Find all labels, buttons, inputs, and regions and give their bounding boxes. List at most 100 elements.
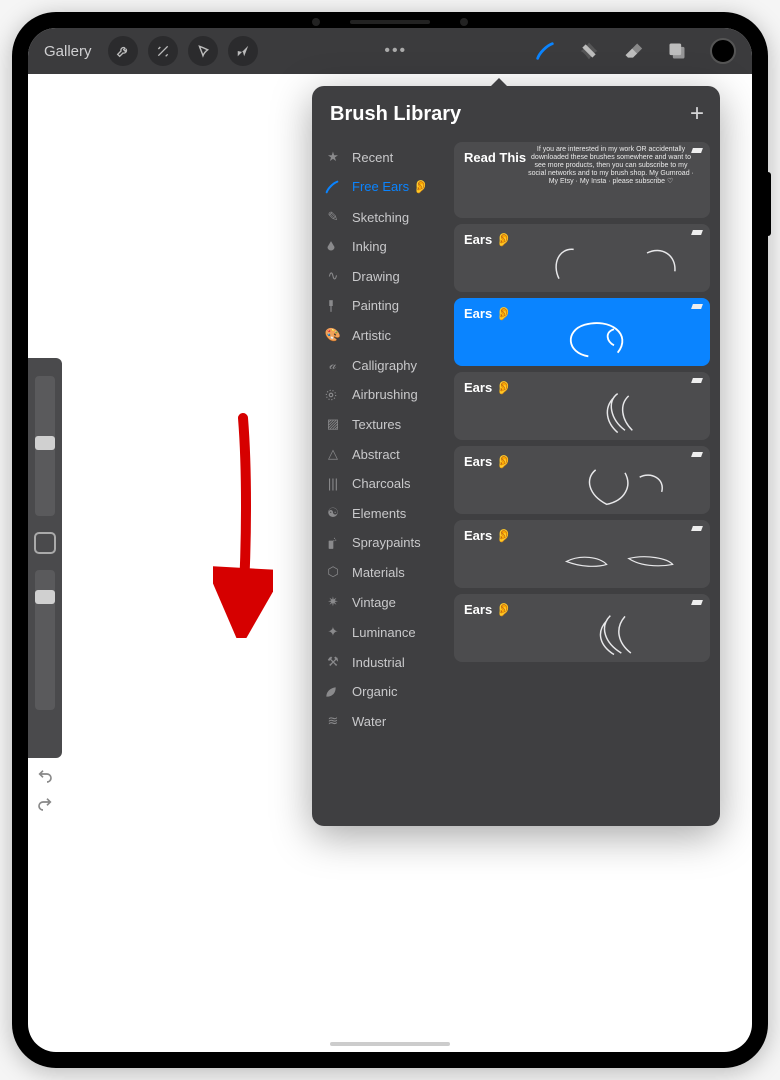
transform-move-button[interactable]: [228, 36, 258, 66]
brush-corner-icon: [691, 230, 703, 235]
category-item-recent[interactable]: ★ Recent: [312, 142, 450, 172]
device-notch: [312, 18, 468, 26]
selection-button[interactable]: [188, 36, 218, 66]
|||-icon: |||: [324, 476, 342, 491]
category-item-drawing[interactable]: ∿Drawing: [312, 261, 450, 291]
category-item-luminance[interactable]: ✦ Luminance: [312, 617, 450, 647]
category-label: Sketching: [352, 210, 409, 225]
category-label: Recent: [352, 150, 393, 165]
category-item-painting[interactable]: Painting: [312, 291, 450, 320]
modify-button[interactable]: [34, 532, 56, 554]
⬡-icon: ⬡: [324, 564, 342, 580]
△-icon: △: [324, 446, 342, 462]
brush-list: Read ThisIf you are interested in my wor…: [450, 138, 720, 828]
category-item-sketching[interactable]: ✎ Sketching: [312, 202, 450, 232]
brush-info-text: If you are interested in my work OR acci…: [524, 146, 698, 186]
category-label: Elements: [352, 506, 406, 521]
category-label: Charcoals: [352, 476, 411, 491]
annotation-arrow: [213, 408, 273, 638]
brush-preview: [534, 390, 694, 434]
brush-card-1[interactable]: Ears 👂: [454, 224, 710, 292]
category-item-vintage[interactable]: ✷Vintage: [312, 587, 450, 617]
∿-icon: ∿: [324, 268, 342, 284]
brush-library-popup: Brush Library + ★ Recent Free Ears 👂 ✎ Sketc…: [312, 86, 720, 826]
brush-card-6[interactable]: Ears 👂: [454, 594, 710, 662]
★-icon: ★: [324, 149, 342, 165]
category-label: Textures: [352, 417, 401, 432]
popup-title: Brush Library: [330, 103, 461, 126]
category-item-calligraphy[interactable]: 𝒶 Calligraphy: [312, 350, 450, 380]
category-item-organic[interactable]: Organic: [312, 677, 450, 706]
brush-card-4[interactable]: Ears 👂: [454, 446, 710, 514]
brush-corner-icon: [691, 378, 703, 383]
layers-icon[interactable]: [666, 40, 688, 62]
✦-icon: ✦: [324, 624, 342, 640]
adjustments-wand-button[interactable]: [148, 36, 178, 66]
category-label: Vintage: [352, 595, 396, 610]
eraser-tool-icon[interactable]: [622, 40, 644, 62]
ipad-screen: Gallery •••: [28, 28, 752, 1052]
home-indicator: [330, 1042, 450, 1046]
undo-button[interactable]: [35, 768, 55, 784]
category-item-textures[interactable]: ▨ Textures: [312, 409, 450, 439]
category-label: Inking: [352, 239, 387, 254]
category-item-inking[interactable]: Inking: [312, 232, 450, 261]
brush-size-slider[interactable]: [35, 376, 55, 516]
brush-category-list: ★ Recent Free Ears 👂 ✎ Sketching Inking ∿Drawi…: [312, 138, 450, 828]
brush-corner-icon: [691, 526, 703, 531]
redo-button[interactable]: [35, 796, 55, 812]
category-item-elements[interactable]: ☯ Elements: [312, 498, 450, 528]
category-item-airbrushing[interactable]: Airbrushing: [312, 380, 450, 409]
brush-card-2[interactable]: Ears 👂: [454, 298, 710, 366]
brush-preview: [534, 464, 694, 508]
category-label: Luminance: [352, 625, 416, 640]
brush-card-0[interactable]: Read ThisIf you are interested in my wor…: [454, 142, 710, 218]
category-label: Calligraphy: [352, 358, 417, 373]
category-label: Painting: [352, 298, 399, 313]
left-slider-panel: [28, 358, 62, 758]
actions-wrench-button[interactable]: [108, 36, 138, 66]
category-item-abstract[interactable]: △Abstract: [312, 439, 450, 469]
category-item-spraypaints[interactable]: Spraypaints: [312, 528, 450, 557]
air-icon: [324, 388, 342, 402]
spray-icon: [324, 536, 342, 550]
category-label: Airbrushing: [352, 387, 418, 402]
brush-preview: [534, 538, 694, 582]
category-label: Spraypaints: [352, 535, 421, 550]
category-item-water[interactable]: ≋Water: [312, 706, 450, 736]
category-label: Industrial: [352, 655, 405, 670]
popup-arrow: [490, 78, 508, 87]
brush-size-thumb[interactable]: [35, 436, 55, 450]
toolbar-more-button[interactable]: •••: [258, 42, 534, 60]
brush-corner-icon: [691, 600, 703, 605]
paint-icon: [324, 299, 342, 313]
✎-icon: ✎: [324, 209, 342, 225]
category-label: Water: [352, 714, 386, 729]
category-item-artistic[interactable]: 🎨Artistic: [312, 320, 450, 350]
brush-card-5[interactable]: Ears 👂: [454, 520, 710, 588]
category-label: Free Ears 👂: [352, 179, 429, 195]
undo-redo-group: [28, 768, 62, 812]
brush-corner-icon: [691, 304, 703, 309]
𝒶-icon: 𝒶: [324, 357, 342, 373]
gallery-button[interactable]: Gallery: [38, 39, 98, 64]
category-item-industrial[interactable]: ⚒ Industrial: [312, 647, 450, 677]
brush-tool-icon[interactable]: [534, 40, 556, 62]
device-power-button: [765, 172, 771, 236]
add-brush-button[interactable]: +: [690, 100, 704, 128]
category-label: Organic: [352, 684, 398, 699]
color-swatch[interactable]: [710, 38, 736, 64]
brush-opacity-thumb[interactable]: [35, 590, 55, 604]
smudge-tool-icon[interactable]: [578, 40, 600, 62]
category-item-materials[interactable]: ⬡ Materials: [312, 557, 450, 587]
brush-icon: [324, 179, 342, 195]
category-item-free-ears-[interactable]: Free Ears 👂: [312, 172, 450, 202]
brush-opacity-slider[interactable]: [35, 570, 55, 710]
category-item-charcoals[interactable]: ||| Charcoals: [312, 469, 450, 498]
category-label: Materials: [352, 565, 405, 580]
⚒-icon: ⚒: [324, 654, 342, 670]
top-toolbar: Gallery •••: [28, 28, 752, 74]
brush-card-3[interactable]: Ears 👂: [454, 372, 710, 440]
☯-icon: ☯: [324, 505, 342, 521]
▨-icon: ▨: [324, 416, 342, 432]
